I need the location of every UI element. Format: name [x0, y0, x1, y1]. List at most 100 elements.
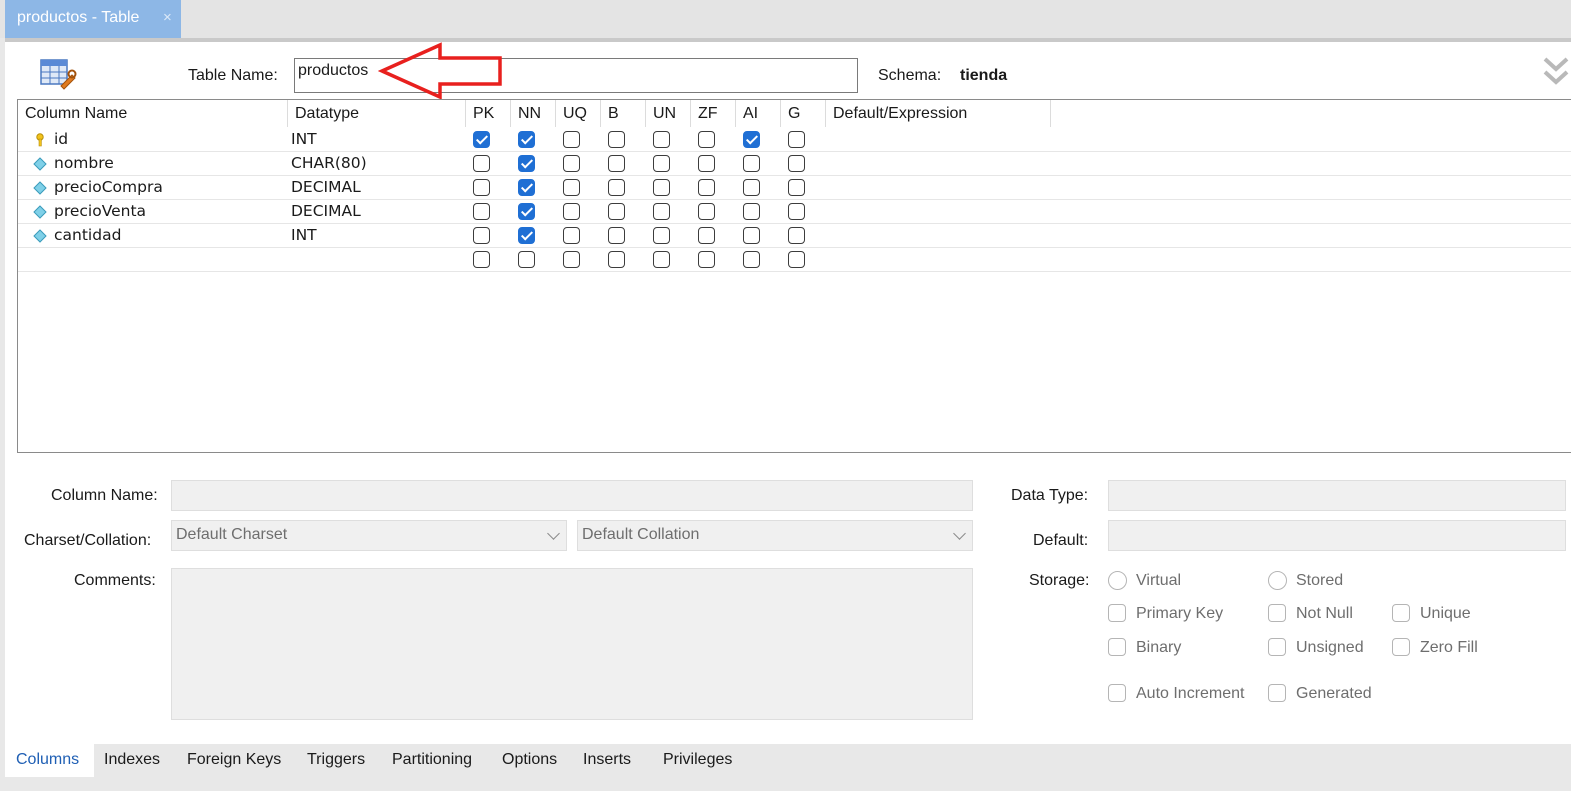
- header-ai[interactable]: AI: [736, 100, 781, 127]
- ai-checkbox[interactable]: [743, 131, 760, 148]
- g-checkbox[interactable]: [788, 251, 805, 268]
- collation-select[interactable]: Default Collation: [577, 520, 973, 551]
- b-checkbox[interactable]: [608, 131, 625, 148]
- b-checkbox[interactable]: [608, 155, 625, 172]
- table-row[interactable]: nombre CHAR(80): [18, 152, 1571, 176]
- b-checkbox[interactable]: [608, 227, 625, 244]
- generated-checkbox[interactable]: [1268, 684, 1286, 702]
- comments-textarea[interactable]: [171, 568, 973, 720]
- not-null-checkbox[interactable]: [1268, 604, 1286, 622]
- close-tab-icon[interactable]: ×: [163, 9, 172, 26]
- column-name-field[interactable]: [171, 480, 973, 511]
- un-checkbox[interactable]: [653, 131, 670, 148]
- default-field[interactable]: [1108, 520, 1566, 551]
- tab-columns[interactable]: Columns: [5, 744, 94, 777]
- auto-increment-checkbox[interactable]: [1108, 684, 1126, 702]
- nn-checkbox[interactable]: [518, 227, 535, 244]
- g-checkbox[interactable]: [788, 227, 805, 244]
- table-row[interactable]: precioVenta DECIMAL: [18, 200, 1571, 224]
- zero-fill-checkbox[interactable]: [1392, 638, 1410, 656]
- ai-checkbox[interactable]: [743, 251, 760, 268]
- ai-checkbox[interactable]: [743, 155, 760, 172]
- tab-partitioning[interactable]: Partitioning: [392, 744, 472, 777]
- column-name-cell[interactable]: cantidad: [54, 226, 121, 244]
- tab-foreign-keys[interactable]: Foreign Keys: [187, 744, 281, 777]
- column-name-cell[interactable]: precioVenta: [54, 202, 146, 220]
- header-un[interactable]: UN: [646, 100, 691, 127]
- datatype-cell[interactable]: INT: [291, 130, 317, 148]
- unsigned-checkbox[interactable]: [1268, 638, 1286, 656]
- header-pk[interactable]: PK: [466, 100, 511, 127]
- uq-checkbox[interactable]: [563, 179, 580, 196]
- column-name-cell[interactable]: id: [54, 130, 68, 148]
- datatype-cell[interactable]: INT: [291, 226, 317, 244]
- nn-checkbox[interactable]: [518, 155, 535, 172]
- tab-indexes[interactable]: Indexes: [104, 744, 160, 777]
- g-checkbox[interactable]: [788, 179, 805, 196]
- column-name-cell[interactable]: precioCompra: [54, 178, 163, 196]
- pk-checkbox[interactable]: [473, 251, 490, 268]
- header-nn[interactable]: NN: [511, 100, 556, 127]
- doc-tab-productos[interactable]: productos - Table ×: [5, 0, 181, 38]
- collapse-chevron-icon[interactable]: [1543, 56, 1569, 90]
- header-column-name[interactable]: Column Name: [18, 100, 288, 127]
- nn-checkbox[interactable]: [518, 131, 535, 148]
- g-checkbox[interactable]: [788, 131, 805, 148]
- zf-checkbox[interactable]: [698, 251, 715, 268]
- stored-radio[interactable]: [1268, 571, 1287, 590]
- header-g[interactable]: G: [781, 100, 826, 127]
- uq-checkbox[interactable]: [563, 155, 580, 172]
- g-checkbox[interactable]: [788, 203, 805, 220]
- ai-checkbox[interactable]: [743, 179, 760, 196]
- table-row[interactable]: [18, 248, 1571, 272]
- datatype-cell[interactable]: DECIMAL: [291, 178, 361, 196]
- zf-checkbox[interactable]: [698, 131, 715, 148]
- virtual-radio[interactable]: [1108, 571, 1127, 590]
- header-b[interactable]: B: [601, 100, 646, 127]
- un-checkbox[interactable]: [653, 251, 670, 268]
- table-row[interactable]: cantidad INT: [18, 224, 1571, 248]
- data-type-field[interactable]: [1108, 480, 1566, 511]
- zf-checkbox[interactable]: [698, 203, 715, 220]
- primary-key-checkbox[interactable]: [1108, 604, 1126, 622]
- zf-checkbox[interactable]: [698, 179, 715, 196]
- un-checkbox[interactable]: [653, 227, 670, 244]
- b-checkbox[interactable]: [608, 251, 625, 268]
- nn-checkbox[interactable]: [518, 203, 535, 220]
- g-checkbox[interactable]: [788, 155, 805, 172]
- datatype-cell[interactable]: CHAR(80): [291, 154, 367, 172]
- tab-options[interactable]: Options: [502, 744, 557, 777]
- datatype-cell[interactable]: DECIMAL: [291, 202, 361, 220]
- ai-checkbox[interactable]: [743, 203, 760, 220]
- header-uq[interactable]: UQ: [556, 100, 601, 127]
- table-row[interactable]: precioCompra DECIMAL: [18, 176, 1571, 200]
- pk-checkbox[interactable]: [473, 155, 490, 172]
- header-default-expression[interactable]: Default/Expression: [826, 100, 1051, 127]
- binary-checkbox[interactable]: [1108, 638, 1126, 656]
- pk-checkbox[interactable]: [473, 179, 490, 196]
- un-checkbox[interactable]: [653, 155, 670, 172]
- pk-checkbox[interactable]: [473, 131, 490, 148]
- ai-checkbox[interactable]: [743, 227, 760, 244]
- tab-privileges[interactable]: Privileges: [663, 744, 732, 777]
- uq-checkbox[interactable]: [563, 203, 580, 220]
- table-row[interactable]: id INT: [18, 128, 1571, 152]
- column-name-cell[interactable]: nombre: [54, 154, 114, 172]
- unique-checkbox[interactable]: [1392, 604, 1410, 622]
- uq-checkbox[interactable]: [563, 131, 580, 148]
- b-checkbox[interactable]: [608, 179, 625, 196]
- nn-checkbox[interactable]: [518, 251, 535, 268]
- tab-inserts[interactable]: Inserts: [583, 744, 631, 777]
- header-datatype[interactable]: Datatype: [288, 100, 466, 127]
- pk-checkbox[interactable]: [473, 227, 490, 244]
- un-checkbox[interactable]: [653, 179, 670, 196]
- nn-checkbox[interactable]: [518, 179, 535, 196]
- un-checkbox[interactable]: [653, 203, 670, 220]
- uq-checkbox[interactable]: [563, 227, 580, 244]
- header-zf[interactable]: ZF: [691, 100, 736, 127]
- zf-checkbox[interactable]: [698, 227, 715, 244]
- uq-checkbox[interactable]: [563, 251, 580, 268]
- zf-checkbox[interactable]: [698, 155, 715, 172]
- tab-triggers[interactable]: Triggers: [307, 744, 365, 777]
- b-checkbox[interactable]: [608, 203, 625, 220]
